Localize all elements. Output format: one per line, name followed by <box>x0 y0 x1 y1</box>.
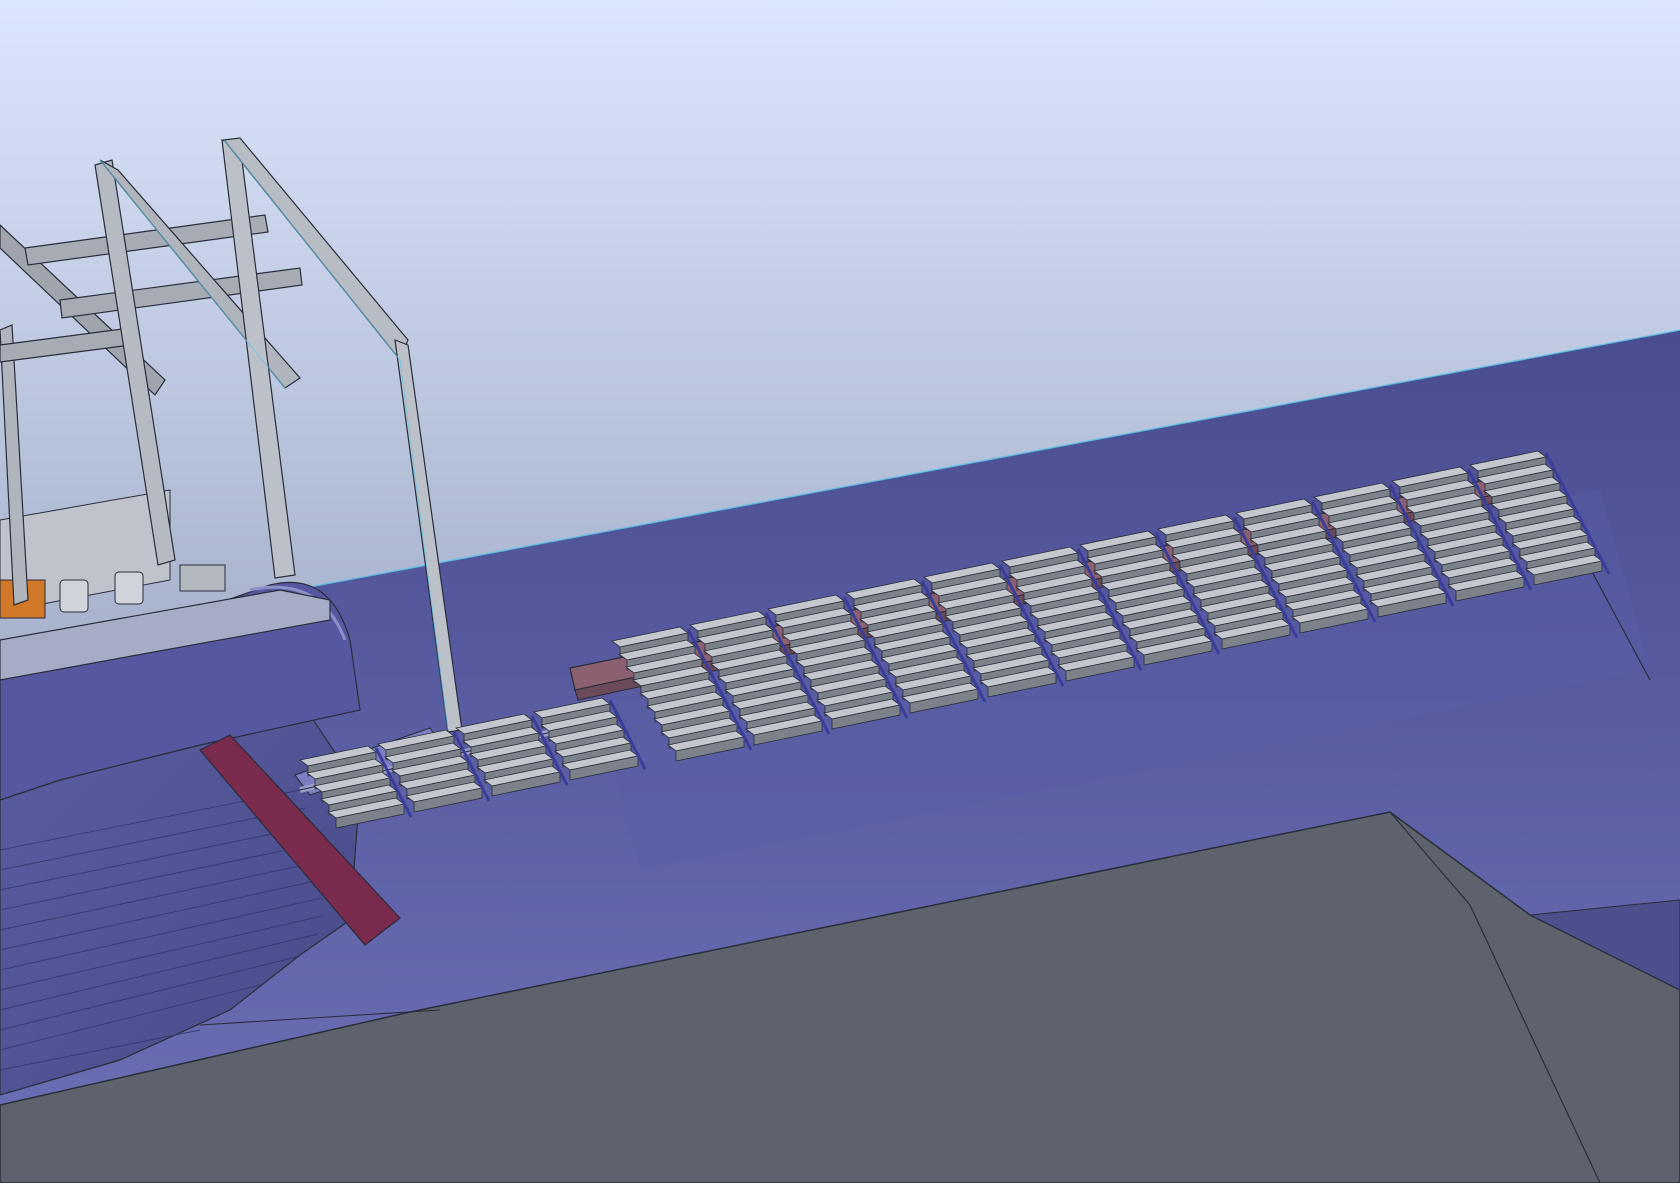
bollard-left <box>59 579 89 613</box>
cad-3d-viewport[interactable] <box>0 0 1680 1183</box>
deck-housing-box <box>179 564 226 592</box>
model-scene[interactable] <box>0 0 1680 1183</box>
bollard-right <box>114 571 144 605</box>
